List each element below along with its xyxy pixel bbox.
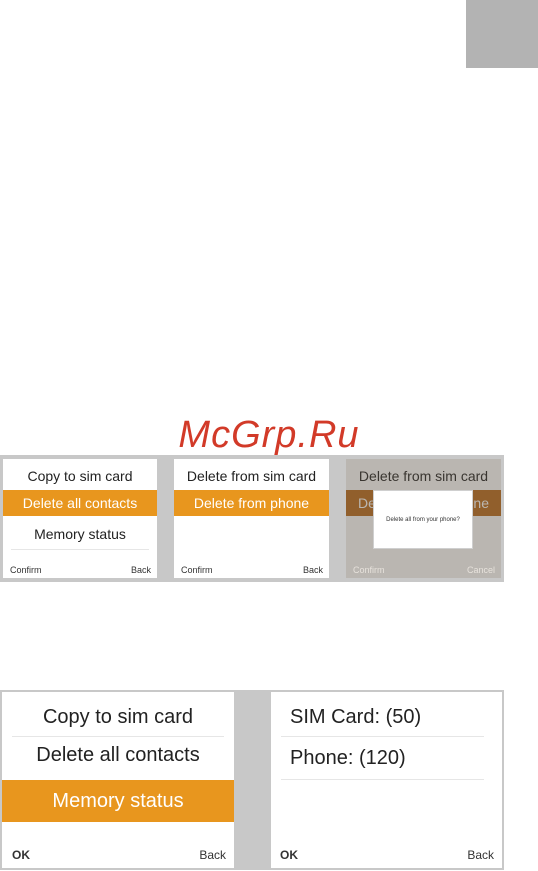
menu-item-copy-to-sim[interactable]: Copy to sim card bbox=[2, 700, 234, 734]
menu-item-copy-to-sim[interactable]: Copy to sim card bbox=[3, 463, 157, 489]
dialog-message: Delete all from your phone? bbox=[386, 516, 460, 523]
menu-item-delete-from-phone[interactable]: Delete from phone bbox=[174, 490, 329, 516]
menu-item-delete-all-contacts[interactable]: Delete all contacts bbox=[2, 738, 234, 772]
softkey-ok[interactable]: OK bbox=[12, 848, 30, 862]
confirm-dialog: Delete all from your phone? bbox=[373, 490, 473, 549]
bottom-screen-2: SIM Card: (50) Phone: (120) OK Back bbox=[271, 692, 502, 868]
softkey-confirm[interactable]: Confirm bbox=[353, 565, 385, 575]
softkey-back[interactable]: Back bbox=[303, 565, 323, 575]
top-screen-3: Delete from sim card De ne Delete all fr… bbox=[346, 459, 501, 578]
top-screen-1: Copy to sim card Delete all contacts Mem… bbox=[3, 459, 157, 578]
softkey-ok[interactable]: OK bbox=[280, 848, 298, 862]
separator bbox=[281, 779, 484, 780]
bottom-screen-1: Copy to sim card Delete all contacts Mem… bbox=[2, 692, 234, 868]
memory-item-phone: Phone: (120) bbox=[290, 747, 406, 769]
softkey-back[interactable]: Back bbox=[467, 848, 494, 862]
softkey-back[interactable]: Back bbox=[199, 848, 226, 862]
softkey-back[interactable]: Back bbox=[131, 565, 151, 575]
separator bbox=[11, 549, 149, 550]
menu-item-memory-status[interactable]: Memory status bbox=[3, 521, 157, 547]
softkey-cancel[interactable]: Cancel bbox=[467, 565, 495, 575]
top-screen-2: Delete from sim card Delete from phone C… bbox=[174, 459, 329, 578]
separator bbox=[12, 736, 224, 737]
memory-item-sim-card: SIM Card: (50) bbox=[290, 706, 422, 728]
menu-item-delete-from-sim[interactable]: Delete from sim card bbox=[174, 463, 329, 489]
softkey-confirm[interactable]: Confirm bbox=[10, 565, 42, 575]
watermark-text: McGrp.Ru bbox=[178, 414, 360, 456]
softkey-confirm[interactable]: Confirm bbox=[181, 565, 213, 575]
menu-item-delete-all-contacts[interactable]: Delete all contacts bbox=[3, 490, 157, 516]
page-tab-marker bbox=[466, 0, 538, 68]
separator bbox=[281, 736, 484, 737]
menu-item-memory-status[interactable]: Memory status bbox=[2, 780, 234, 822]
